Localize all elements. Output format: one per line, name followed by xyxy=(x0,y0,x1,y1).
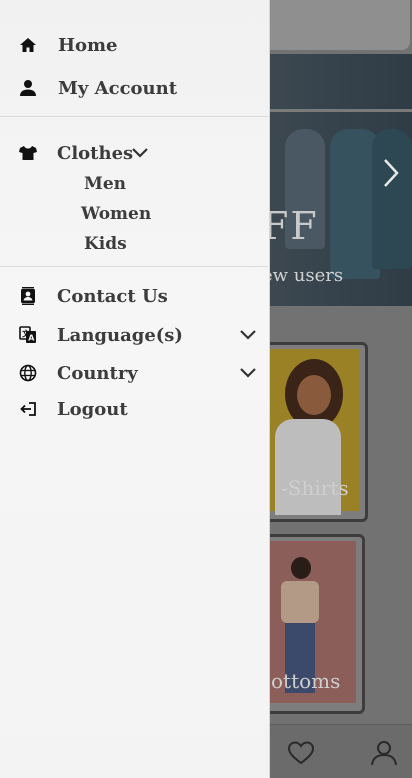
chevron-down-icon[interactable] xyxy=(238,366,258,380)
menu-item-label: Logout xyxy=(57,398,128,420)
hero-subtitle: ew users xyxy=(262,265,344,286)
contact-book-icon xyxy=(18,286,38,306)
logout-icon xyxy=(18,399,38,419)
svg-text:A: A xyxy=(28,334,35,343)
heart-icon[interactable] xyxy=(287,740,315,766)
menu-item-label: Home xyxy=(58,34,118,56)
navigation-drawer: Home My Account Clothes Men Women Kids C… xyxy=(0,0,270,778)
menu-item-languages[interactable]: 文A Language(s) xyxy=(0,320,268,350)
translate-icon: 文A xyxy=(18,325,38,345)
profile-icon[interactable] xyxy=(370,740,398,766)
menu-item-label: Country xyxy=(57,362,138,384)
category-card-bottoms[interactable]: ottoms xyxy=(262,534,365,714)
menu-item-contact-us[interactable]: Contact Us xyxy=(0,281,268,311)
home-icon xyxy=(18,35,38,55)
submenu-item-men[interactable]: Men xyxy=(84,174,126,194)
garment-image xyxy=(372,129,412,269)
submenu-item-women[interactable]: Women xyxy=(81,204,151,224)
menu-item-logout[interactable]: Logout xyxy=(0,394,268,424)
divider xyxy=(0,116,268,117)
menu-item-home[interactable]: Home xyxy=(0,30,268,60)
menu-item-label: My Account xyxy=(58,77,178,99)
app-screen: FF ew users -Shirts ottoms Home My Accou… xyxy=(0,0,412,778)
chevron-down-icon[interactable] xyxy=(130,146,150,160)
menu-item-clothes[interactable]: Clothes xyxy=(0,138,268,168)
globe-icon xyxy=(18,363,38,383)
menu-item-label: Language(s) xyxy=(57,324,183,346)
tshirt-icon xyxy=(18,143,38,163)
divider xyxy=(0,266,268,267)
category-label: ottoms xyxy=(271,669,341,693)
category-card-tshirts[interactable]: -Shirts xyxy=(262,342,368,522)
chevron-right-icon[interactable] xyxy=(380,156,402,190)
chevron-down-icon[interactable] xyxy=(238,328,258,342)
submenu-item-kids[interactable]: Kids xyxy=(84,234,127,254)
hero-title: FF xyxy=(262,204,319,248)
clothes-rack-image xyxy=(270,109,412,112)
person-icon xyxy=(18,78,38,98)
category-label: -Shirts xyxy=(281,476,349,500)
menu-item-my-account[interactable]: My Account xyxy=(0,73,268,103)
menu-item-label: Clothes xyxy=(57,142,134,164)
menu-item-country[interactable]: Country xyxy=(0,358,268,388)
menu-item-label: Contact Us xyxy=(57,285,168,307)
